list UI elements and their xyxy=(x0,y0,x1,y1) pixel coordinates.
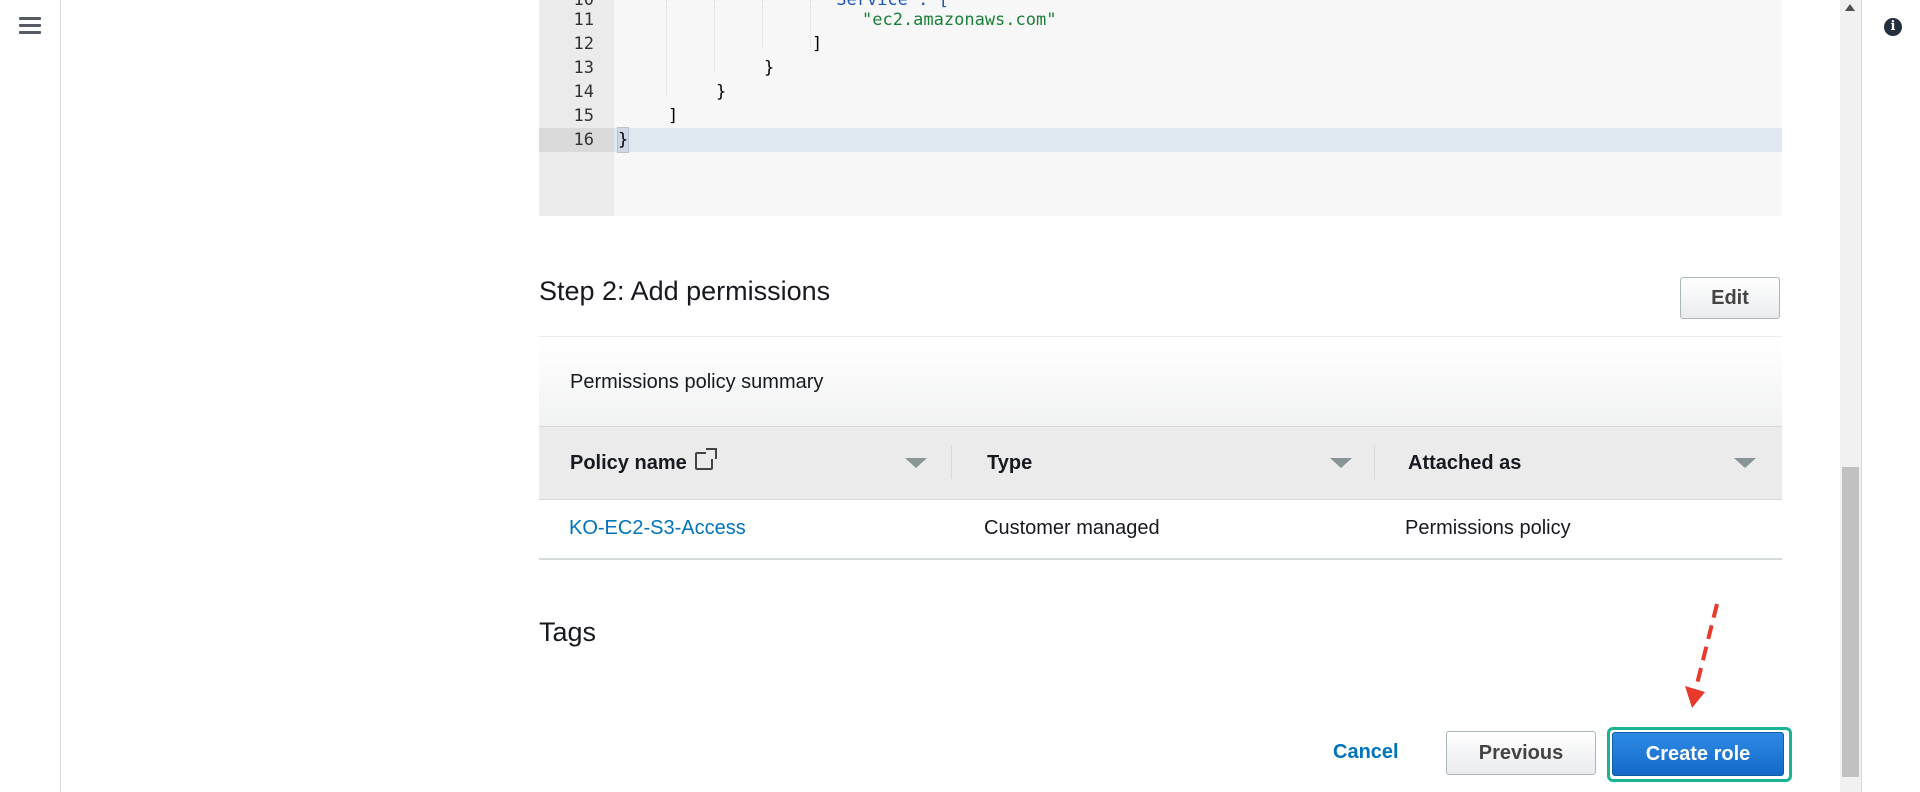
right-help-rail: i xyxy=(1861,0,1920,792)
edit-permissions-button[interactable]: Edit xyxy=(1680,277,1780,319)
line-number: 13 xyxy=(573,58,594,78)
column-divider xyxy=(951,445,952,479)
code-text: } xyxy=(764,58,775,78)
line-number: 11 xyxy=(573,10,594,30)
previous-button[interactable]: Previous xyxy=(1446,731,1596,775)
line-number: 16 xyxy=(539,128,614,152)
code-line: 11 "ec2.amazonaws.com" xyxy=(539,8,1782,32)
policy-type-cell: Customer managed xyxy=(984,517,1160,539)
code-line-active: 16 } xyxy=(539,127,1782,153)
policy-name-link[interactable]: KO-EC2-S3-Access xyxy=(569,498,746,558)
table-row: KO-EC2-S3-Access Customer managed Permis… xyxy=(539,498,1782,560)
line-number: 14 xyxy=(573,82,594,102)
permissions-summary-header: Permissions policy summary xyxy=(539,336,1782,427)
left-nav-rail xyxy=(0,0,61,792)
external-link-icon xyxy=(694,448,717,470)
create-role-button[interactable]: Create role xyxy=(1612,732,1784,776)
code-text: "ec2.amazonaws.com" xyxy=(862,10,1057,30)
code-line: 13 } xyxy=(539,56,1782,80)
column-header-label: Policy name xyxy=(570,452,687,474)
scroll-up-icon[interactable] xyxy=(1845,4,1855,11)
trust-policy-editor[interactable]: 10 "Service": [ 11 "ec2.amazonaws.com" 1… xyxy=(539,0,1782,216)
column-header-policy-name[interactable]: Policy name xyxy=(570,427,717,499)
scrollbar-thumb[interactable] xyxy=(1842,467,1859,777)
info-icon[interactable]: i xyxy=(1884,18,1902,36)
cancel-button[interactable]: Cancel xyxy=(1333,741,1399,764)
line-number: 15 xyxy=(573,106,594,126)
step-2-title: Step 2: Add permissions xyxy=(539,276,831,306)
code-line: 14 } xyxy=(539,80,1782,104)
code-line: 15 ] xyxy=(539,104,1782,128)
column-divider xyxy=(1374,445,1375,479)
attached-as-cell: Permissions policy xyxy=(1405,517,1571,539)
sort-down-icon[interactable] xyxy=(1734,458,1756,468)
summary-label: Permissions policy summary xyxy=(570,371,824,393)
column-header-type[interactable]: Type xyxy=(987,427,1032,499)
tags-title: Tags xyxy=(539,617,597,647)
annotation-arrow-icon xyxy=(1685,603,1719,708)
column-header-attached-as[interactable]: Attached as xyxy=(1408,427,1521,499)
code-text: ] xyxy=(812,34,823,54)
page-scrollbar[interactable] xyxy=(1840,0,1861,792)
code-line: 12 ] xyxy=(539,32,1782,56)
code-text: ] xyxy=(668,106,679,126)
code-text: } xyxy=(716,82,727,102)
line-number: 12 xyxy=(573,34,594,54)
sort-down-icon[interactable] xyxy=(1330,458,1352,468)
permissions-table-header: Policy name Type Attached as xyxy=(539,426,1782,500)
sort-down-icon[interactable] xyxy=(905,458,927,468)
hamburger-icon[interactable] xyxy=(19,17,41,35)
code-text: } xyxy=(616,127,630,153)
